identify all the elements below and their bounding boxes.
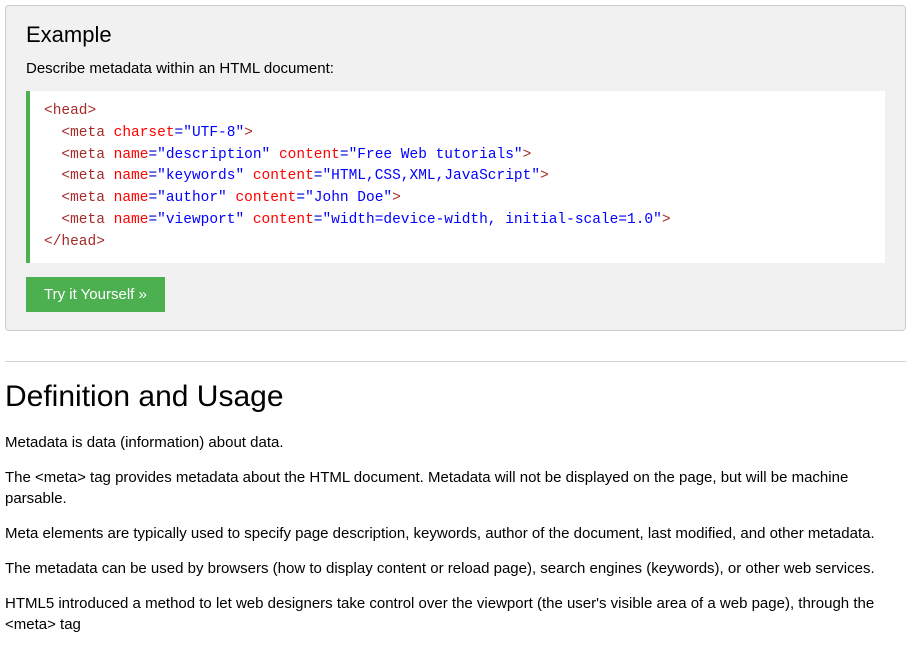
code-val: "width=device-width, initial-scale=1.0" — [322, 212, 661, 228]
code-tag: <meta — [44, 147, 105, 163]
code-tag: <meta — [44, 212, 105, 228]
code-attr: content — [227, 190, 297, 206]
definition-paragraph: HTML5 introduced a method to let web des… — [5, 593, 906, 635]
code-tag: <meta — [44, 125, 105, 141]
definition-paragraph: Metadata is data (information) about dat… — [5, 432, 906, 453]
code-val: "John Doe" — [305, 190, 392, 206]
code-tag: </head> — [44, 234, 105, 250]
code-val: "UTF-8" — [183, 125, 244, 141]
code-attr: content — [270, 147, 340, 163]
code-eq: = — [340, 147, 349, 163]
definition-heading: Definition and Usage — [5, 380, 906, 414]
example-description: Describe metadata within an HTML documen… — [26, 60, 885, 77]
code-eq: = — [175, 125, 184, 141]
code-val: "Free Web tutorials" — [349, 147, 523, 163]
code-tag: <meta — [44, 168, 105, 184]
code-close: > — [662, 212, 671, 228]
code-val: "author" — [157, 190, 227, 206]
code-eq: = — [148, 147, 157, 163]
code-tag: <head> — [44, 103, 96, 119]
content-section: Definition and Usage Metadata is data (i… — [0, 380, 911, 635]
code-eq: = — [296, 190, 305, 206]
code-close: > — [392, 190, 401, 206]
code-attr: content — [244, 212, 314, 228]
try-it-yourself-button[interactable]: Try it Yourself » — [26, 277, 165, 312]
code-close: > — [523, 147, 532, 163]
definition-paragraph: The <meta> tag provides metadata about t… — [5, 467, 906, 509]
code-val: "HTML,CSS,XML,JavaScript" — [322, 168, 540, 184]
divider — [5, 361, 906, 362]
example-title: Example — [26, 22, 885, 48]
code-close: > — [540, 168, 549, 184]
code-val: "description" — [157, 147, 270, 163]
code-attr: content — [244, 168, 314, 184]
code-eq: = — [148, 168, 157, 184]
code-val: "keywords" — [157, 168, 244, 184]
code-eq: = — [148, 190, 157, 206]
code-attr: name — [105, 168, 149, 184]
code-attr: name — [105, 147, 149, 163]
code-val: "viewport" — [157, 212, 244, 228]
code-attr: name — [105, 190, 149, 206]
code-block: <head> <meta charset="UTF-8"> <meta name… — [26, 91, 885, 263]
code-close: > — [244, 125, 253, 141]
definition-paragraph: The metadata can be used by browsers (ho… — [5, 558, 906, 579]
code-attr: name — [105, 212, 149, 228]
code-tag: <meta — [44, 190, 105, 206]
code-eq: = — [148, 212, 157, 228]
code-attr: charset — [105, 125, 175, 141]
definition-paragraph: Meta elements are typically used to spec… — [5, 523, 906, 544]
example-box: Example Describe metadata within an HTML… — [5, 5, 906, 331]
